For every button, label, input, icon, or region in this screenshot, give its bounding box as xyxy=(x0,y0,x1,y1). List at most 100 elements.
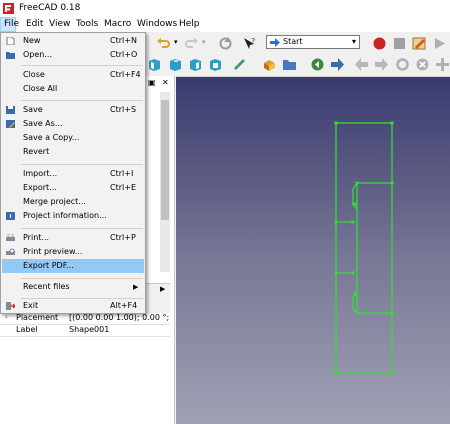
print-icon xyxy=(6,234,15,241)
folder-icon[interactable] xyxy=(282,57,297,72)
property-key: Placement xyxy=(16,313,59,322)
menu-separator xyxy=(21,100,143,101)
undo-icon[interactable] xyxy=(156,36,171,51)
menu-item-close-all[interactable]: Close All xyxy=(2,82,144,96)
menu-separator xyxy=(21,164,143,165)
menu-item-merge-project[interactable]: Merge project... xyxy=(2,195,144,209)
forward-icon[interactable] xyxy=(374,57,389,72)
measure-icon[interactable] xyxy=(232,57,247,72)
menu-bar: File Edit View Tools Macro Windows Help xyxy=(0,17,450,32)
expand-arrow-icon[interactable]: ▶ xyxy=(160,285,165,293)
view-top-icon[interactable] xyxy=(168,57,183,72)
menu-item-label: Print... xyxy=(23,233,50,242)
refresh-icon[interactable] xyxy=(218,36,233,51)
save-icon xyxy=(6,106,15,114)
window-title: FreeCAD 0.18 xyxy=(19,3,81,13)
workbench-selector[interactable]: Start ▾ xyxy=(266,35,360,49)
menu-item-label: Revert xyxy=(23,147,50,156)
menu-separator xyxy=(21,228,143,229)
menu-item-shortcut: Ctrl+F4 xyxy=(110,70,141,79)
menu-item-shortcut: Ctrl+N xyxy=(110,36,137,45)
exit-icon xyxy=(6,302,15,310)
menu-help[interactable]: Help xyxy=(176,17,203,32)
menu-item-label: Merge project... xyxy=(23,197,86,206)
menu-item-label: Save xyxy=(23,105,43,114)
menu-item-label: Save As... xyxy=(23,119,63,128)
chevron-down-icon: ▾ xyxy=(351,37,356,46)
menu-item-print-preview[interactable]: Print preview... xyxy=(2,245,144,259)
stop-macro-icon[interactable] xyxy=(392,36,407,51)
property-value[interactable]: [(0.00 0.00 1.00); 0.00 °; (0.... xyxy=(69,313,169,322)
menu-separator xyxy=(21,65,143,66)
menu-edit[interactable]: Edit xyxy=(23,17,46,32)
menu-windows[interactable]: Windows xyxy=(134,17,180,32)
view-right-icon[interactable] xyxy=(188,57,203,72)
float-panel-icon[interactable]: ▣ xyxy=(148,78,156,87)
menu-item-shortcut: Alt+F4 xyxy=(110,301,138,310)
stop-icon[interactable] xyxy=(415,57,430,72)
menu-macro[interactable]: Macro xyxy=(101,17,134,32)
menu-item-shortcut: Ctrl+E xyxy=(110,183,136,192)
panel-controls: ▣ ✕ xyxy=(146,78,174,90)
menu-item-label: Close xyxy=(23,70,45,79)
menu-item-save-copy[interactable]: Save a Copy... xyxy=(2,131,144,145)
redo-icon[interactable] xyxy=(184,36,199,51)
property-key: Label xyxy=(16,325,38,334)
expand-chevron-icon[interactable]: › xyxy=(5,313,8,321)
menu-tools[interactable]: Tools xyxy=(73,17,101,32)
menu-item-label: Print preview... xyxy=(23,247,83,256)
menu-item-label: Import... xyxy=(23,169,58,178)
undo-dropdown-icon[interactable]: ▾ xyxy=(174,38,178,46)
menu-file[interactable]: File xyxy=(0,17,19,32)
menu-item-new[interactable]: New Ctrl+N xyxy=(2,34,144,48)
reload-icon[interactable] xyxy=(395,57,410,72)
menu-item-shortcut: Ctrl+S xyxy=(110,105,137,114)
redo-dropdown-icon[interactable]: ▾ xyxy=(202,38,206,46)
whats-this-icon[interactable]: ? xyxy=(242,36,257,51)
arrow-right-icon[interactable] xyxy=(330,57,345,72)
menu-item-close[interactable]: Close Ctrl+F4 xyxy=(2,68,144,82)
zoom-in-icon[interactable] xyxy=(435,57,450,72)
menu-item-export-pdf[interactable]: Export PDF... xyxy=(2,259,144,273)
close-panel-icon[interactable]: ✕ xyxy=(162,78,169,87)
menu-item-label: Save a Copy... xyxy=(23,133,80,142)
file-menu-dropdown: New Ctrl+N Open... Ctrl+O Close Ctrl+F4 … xyxy=(0,32,146,314)
svg-text:?: ? xyxy=(251,37,255,46)
menu-item-recent-files[interactable]: Recent files ▶ xyxy=(2,280,144,294)
menu-item-export[interactable]: Export... Ctrl+E xyxy=(2,181,144,195)
view-rear-icon[interactable] xyxy=(208,57,223,72)
menu-item-label: Open... xyxy=(23,50,52,59)
open-folder-icon xyxy=(6,52,15,59)
menu-item-label: Export... xyxy=(23,183,57,192)
menu-separator xyxy=(21,278,143,279)
menu-item-import[interactable]: Import... Ctrl+I xyxy=(2,167,144,181)
edit-macro-icon[interactable] xyxy=(412,36,427,51)
project-info-icon xyxy=(6,212,15,220)
menu-item-project-info[interactable]: Project information... xyxy=(2,209,144,223)
start-arrow-icon xyxy=(270,38,280,47)
menu-item-label: Recent files xyxy=(23,282,70,291)
menu-item-print[interactable]: Print... Ctrl+P xyxy=(2,231,144,245)
submenu-arrow-icon: ▶ xyxy=(133,283,139,291)
property-row[interactable]: › Placement [(0.00 0.00 1.00); 0.00 °; (… xyxy=(0,313,170,325)
menu-item-save-as[interactable]: Save As... xyxy=(2,117,144,131)
menu-item-open[interactable]: Open... Ctrl+O xyxy=(2,48,144,62)
property-value[interactable]: Shape001 xyxy=(69,325,169,334)
scrollbar-thumb[interactable] xyxy=(161,100,169,220)
view-front-icon[interactable] xyxy=(147,57,162,72)
menu-item-save[interactable]: Save Ctrl+S xyxy=(2,103,144,117)
run-macro-icon[interactable] xyxy=(432,36,447,51)
freecad-logo-icon xyxy=(3,3,14,14)
save-as-icon xyxy=(6,120,15,128)
menu-item-exit[interactable]: Exit Alt+F4 xyxy=(2,299,144,313)
menu-item-shortcut: Ctrl+P xyxy=(110,233,136,242)
menu-item-revert[interactable]: Revert xyxy=(2,145,144,159)
menu-view[interactable]: View xyxy=(46,17,73,32)
web-home-icon[interactable] xyxy=(310,57,325,72)
record-macro-icon[interactable] xyxy=(372,36,387,51)
back-icon[interactable] xyxy=(354,57,369,72)
menu-item-label: Close All xyxy=(23,84,58,93)
property-row[interactable]: Label Shape001 xyxy=(0,325,170,337)
part-icon[interactable] xyxy=(262,57,277,72)
sketch-shape[interactable] xyxy=(176,77,450,424)
